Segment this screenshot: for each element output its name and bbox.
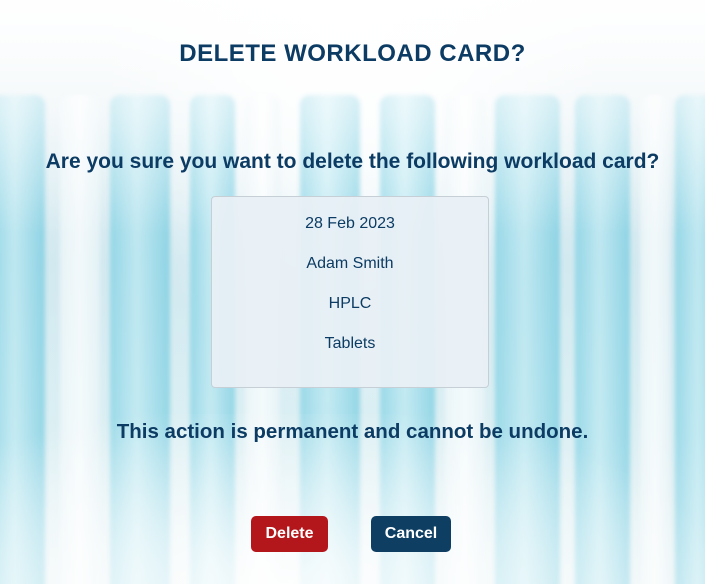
delete-dialog: DELETE WORKLOAD CARD? Are you sure you w… [0, 0, 705, 584]
dialog-title: DELETE WORKLOAD CARD? [179, 40, 526, 67]
card-name: Adam Smith [306, 255, 394, 272]
card-date: 28 Feb 2023 [305, 215, 395, 232]
confirmation-question: Are you sure you want to delete the foll… [45, 150, 660, 173]
delete-button[interactable]: Delete [251, 516, 328, 552]
permanent-action-warning: This action is permanent and cannot be u… [116, 420, 589, 443]
card-product: Tablets [324, 335, 376, 352]
workload-card-summary: 28 Feb 2023 Adam Smith HPLC Tablets [211, 196, 489, 388]
card-instrument: HPLC [328, 295, 372, 312]
cancel-button[interactable]: Cancel [371, 516, 451, 552]
